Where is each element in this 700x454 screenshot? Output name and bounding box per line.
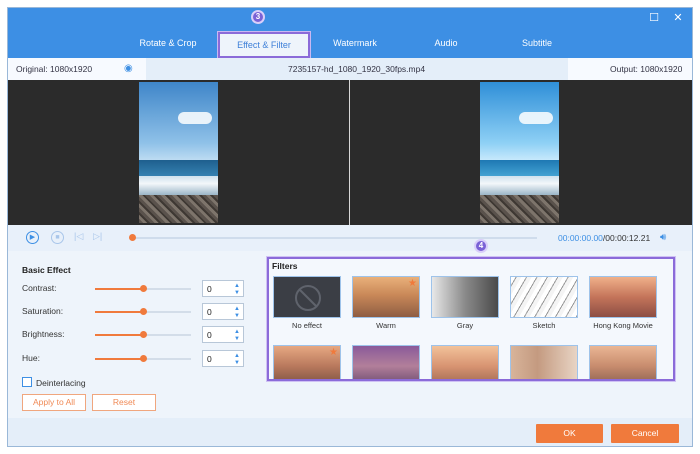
contrast-row: Contrast: 0 ▲ ▼ bbox=[22, 279, 252, 299]
filter-thumbnail[interactable] bbox=[510, 345, 578, 379]
play-icon[interactable]: ▶ bbox=[26, 231, 39, 244]
filter-no-effect[interactable] bbox=[273, 276, 341, 318]
filter-hong-kong-movie[interactable] bbox=[589, 276, 657, 318]
maximize-icon[interactable]: ☐ bbox=[648, 12, 660, 24]
increment-icon[interactable]: ▲ bbox=[233, 353, 241, 359]
filter-name: Gray bbox=[456, 321, 474, 330]
saturation-slider-handle[interactable] bbox=[140, 308, 147, 315]
info-bar: Original: 1080x1920 ◉ 7235157-hd_1080_19… bbox=[8, 58, 692, 80]
basic-effect-panel: Basic Effect Contrast: 0 ▲ ▼ Saturation: 0… bbox=[8, 251, 266, 418]
filter-warm[interactable]: ★ bbox=[352, 276, 420, 318]
dialog-footer: OK Cancel bbox=[8, 418, 692, 446]
no-effect-icon bbox=[295, 285, 321, 311]
decrement-icon[interactable]: ▼ bbox=[233, 290, 241, 296]
increment-icon[interactable]: ▲ bbox=[233, 306, 241, 312]
stop-icon[interactable]: ■ bbox=[51, 231, 64, 244]
original-resolution: Original: 1080x1920 bbox=[16, 64, 93, 74]
filter-name: Warm bbox=[376, 321, 396, 330]
filter-gray[interactable] bbox=[431, 276, 499, 318]
favorite-icon[interactable]: ★ bbox=[408, 278, 417, 289]
favorite-icon[interactable]: ★ bbox=[329, 347, 338, 358]
volume-icon[interactable]: 🔊︎ bbox=[660, 232, 666, 243]
contrast-slider[interactable] bbox=[95, 285, 191, 292]
filter-thumbnail[interactable] bbox=[352, 345, 420, 379]
saturation-slider[interactable] bbox=[95, 308, 191, 315]
brightness-label: Brightness: bbox=[22, 329, 65, 339]
previous-frame-icon[interactable]: |◁ bbox=[74, 231, 83, 242]
decrement-icon[interactable]: ▼ bbox=[233, 313, 241, 319]
playback-bar: ▶ ■ |◁ ▷| 00:00:00.00/00:00:12.21 🔊︎ bbox=[8, 225, 692, 251]
cancel-button[interactable]: Cancel bbox=[611, 424, 679, 443]
video-preview bbox=[8, 80, 692, 225]
file-name: 7235157-hd_1080_1920_30fps.mp4 bbox=[288, 64, 426, 74]
annotation-badge-filters: 4 bbox=[474, 239, 488, 253]
saturation-row: Saturation: 0 ▲ ▼ bbox=[22, 302, 252, 322]
seek-handle[interactable] bbox=[129, 234, 136, 241]
filter-thumbnail[interactable]: ★ bbox=[273, 345, 341, 379]
filters-scrollbar[interactable] bbox=[673, 263, 675, 377]
eye-icon[interactable]: ◉ bbox=[124, 63, 133, 74]
contrast-stepper[interactable]: 0 ▲ ▼ bbox=[202, 280, 244, 297]
decrement-icon[interactable]: ▼ bbox=[233, 336, 241, 342]
contrast-slider-handle[interactable] bbox=[140, 285, 147, 292]
filters-panel: Filters No effect ★ Warm Gray Sketch Hon… bbox=[267, 257, 675, 381]
filter-thumbnail[interactable] bbox=[589, 345, 657, 379]
ok-button[interactable]: OK bbox=[536, 424, 603, 443]
brightness-row: Brightness: 0 ▲ ▼ bbox=[22, 325, 252, 345]
filters-title: Filters bbox=[272, 261, 298, 271]
tab-subtitle[interactable]: Subtitle bbox=[492, 32, 582, 58]
scrollbar-thumb[interactable] bbox=[673, 267, 675, 291]
tab-watermark[interactable]: Watermark bbox=[310, 32, 400, 58]
filter-sketch[interactable] bbox=[510, 276, 578, 318]
filter-name: No effect bbox=[292, 321, 322, 330]
original-frame bbox=[139, 82, 218, 223]
basic-effect-title: Basic Effect bbox=[22, 265, 71, 275]
tab-rotate-crop[interactable]: Rotate & Crop bbox=[118, 32, 218, 58]
hue-label: Hue: bbox=[22, 353, 40, 363]
filter-name: Hong Kong Movie bbox=[593, 321, 653, 330]
increment-icon[interactable]: ▲ bbox=[233, 283, 241, 289]
hue-slider[interactable] bbox=[95, 355, 191, 362]
next-frame-icon[interactable]: ▷| bbox=[93, 231, 102, 242]
close-icon[interactable]: ✕ bbox=[672, 12, 684, 24]
annotation-badge-tab: 3 bbox=[251, 10, 265, 24]
decrement-icon[interactable]: ▼ bbox=[233, 360, 241, 366]
tab-bar: ☐ ✕ Rotate & Crop Effect & Filter Waterm… bbox=[8, 8, 692, 58]
hue-stepper[interactable]: 0 ▲ ▼ bbox=[202, 350, 244, 367]
deinterlacing-checkbox[interactable] bbox=[22, 377, 32, 387]
seek-track[interactable] bbox=[132, 237, 537, 239]
reset-button[interactable]: Reset bbox=[92, 394, 156, 411]
brightness-slider-handle[interactable] bbox=[140, 331, 147, 338]
deinterlacing-label: Deinterlacing bbox=[36, 378, 86, 388]
hue-slider-handle[interactable] bbox=[140, 355, 147, 362]
tab-effect-filter[interactable]: Effect & Filter bbox=[218, 32, 310, 58]
output-frame bbox=[480, 82, 559, 223]
brightness-stepper[interactable]: 0 ▲ ▼ bbox=[202, 326, 244, 343]
increment-icon[interactable]: ▲ bbox=[233, 329, 241, 335]
contrast-label: Contrast: bbox=[22, 283, 57, 293]
saturation-label: Saturation: bbox=[22, 306, 64, 316]
time-display: 00:00:00.00/00:00:12.21 bbox=[558, 233, 651, 243]
tab-audio[interactable]: Audio bbox=[400, 32, 492, 58]
saturation-stepper[interactable]: 0 ▲ ▼ bbox=[202, 303, 244, 320]
hue-row: Hue: 0 ▲ ▼ bbox=[22, 349, 252, 369]
apply-to-all-button[interactable]: Apply to All bbox=[22, 394, 86, 411]
filter-thumbnail[interactable] bbox=[431, 345, 499, 379]
output-resolution: Output: 1080x1920 bbox=[610, 64, 683, 74]
filter-name: Sketch bbox=[532, 321, 556, 330]
effect-editor-window: ☐ ✕ Rotate & Crop Effect & Filter Waterm… bbox=[7, 7, 693, 447]
brightness-slider[interactable] bbox=[95, 331, 191, 338]
